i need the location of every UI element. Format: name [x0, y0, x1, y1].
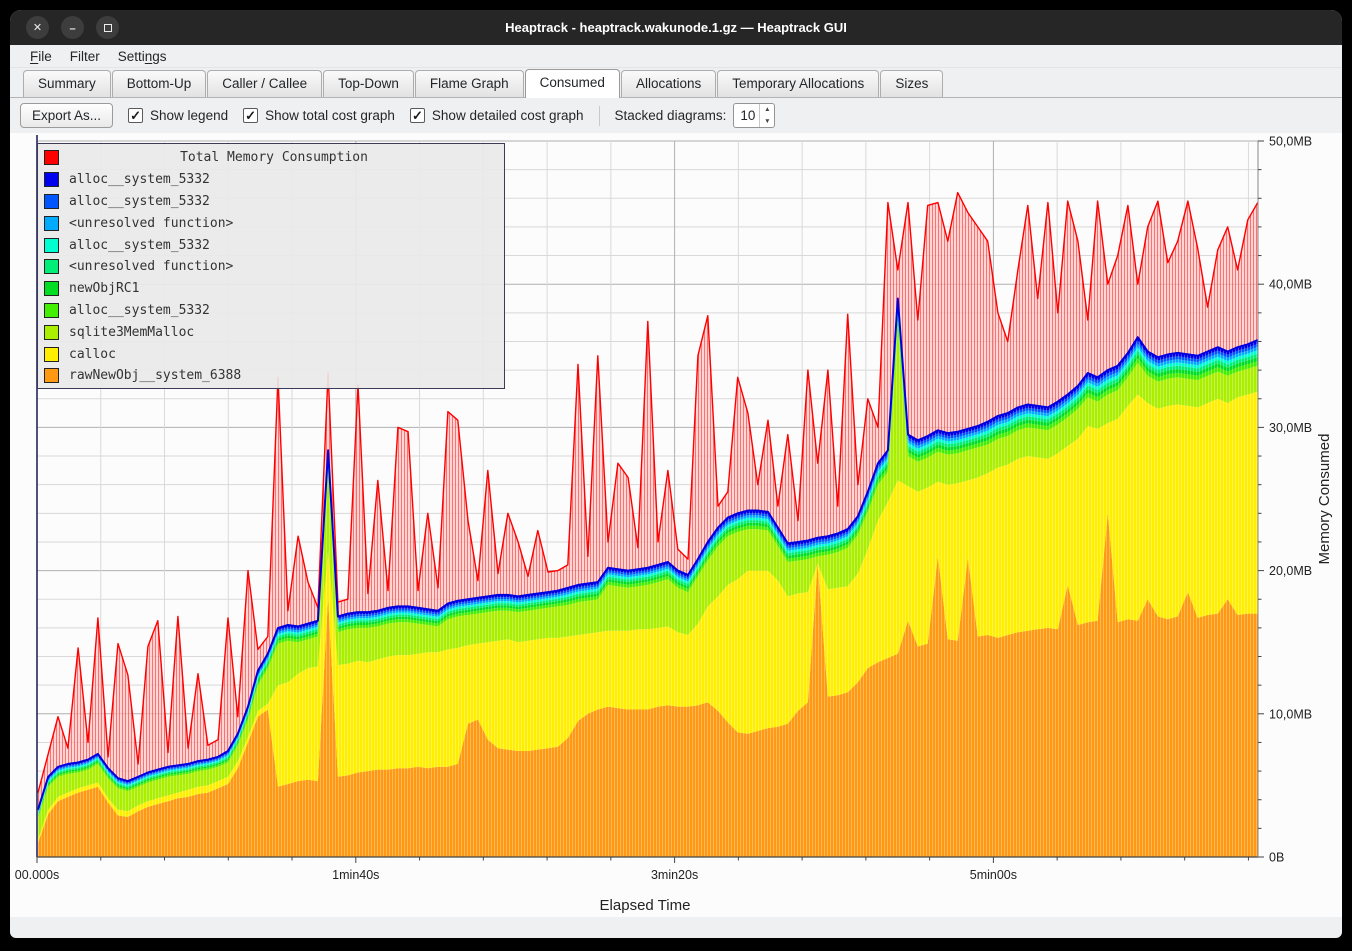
tab-bottom-up[interactable]: Bottom-Up: [112, 70, 207, 97]
legend-item: alloc__system_5332: [38, 191, 504, 213]
legend-item: alloc__system_5332: [38, 300, 504, 322]
y-tick-label: 0B: [1269, 851, 1284, 865]
tab-sizes[interactable]: Sizes: [880, 70, 943, 97]
stacked-diagrams-label: Stacked diagrams:: [615, 108, 727, 123]
x-tick-label: 1min40s: [332, 868, 379, 882]
checkbox-show-total-cost-graph[interactable]: ✓ Show total cost graph: [243, 108, 395, 123]
toolbar: Export As... ✓ Show legend ✓ Show total cos…: [10, 98, 1342, 133]
legend-item: rawNewObj__system_6388: [38, 365, 504, 387]
legend-item: calloc: [38, 343, 504, 365]
y-tick-label: 10,0MB: [1269, 707, 1312, 721]
close-button[interactable]: ✕: [26, 16, 49, 39]
checkbox-show-legend[interactable]: ✓ Show legend: [128, 108, 228, 123]
legend-label: sqlite3MemMalloc: [69, 325, 194, 340]
legend-swatch: [44, 303, 59, 318]
legend-label: alloc__system_5332: [69, 194, 210, 209]
tab-flame-graph[interactable]: Flame Graph: [415, 70, 524, 97]
y-axis-title: Memory Consumed: [1316, 434, 1333, 565]
legend-swatch: [44, 216, 59, 231]
minimize-button[interactable]: –: [61, 16, 84, 39]
legend-item: alloc__system_5332: [38, 169, 504, 191]
checkbox-label: Show detailed cost graph: [432, 108, 584, 123]
tab-allocations[interactable]: Allocations: [621, 70, 716, 97]
checkmark-icon: ✓: [410, 108, 425, 123]
x-tick-label: 3min20s: [651, 868, 698, 882]
legend-swatch: [44, 259, 59, 274]
tab-temporary-allocations[interactable]: Temporary Allocations: [717, 70, 879, 97]
legend-label: alloc__system_5332: [69, 172, 210, 187]
checkmark-icon: ✓: [128, 108, 143, 123]
checkmark-icon: ✓: [243, 108, 258, 123]
legend-item: <unresolved function>: [38, 212, 504, 234]
x-tick-label: 00.000s: [15, 868, 59, 882]
legend-label: alloc__system_5332: [69, 238, 210, 253]
menu-filter[interactable]: Filter: [61, 47, 109, 66]
stacked-diagrams-stepper[interactable]: 10 ▲ ▼: [733, 103, 775, 128]
legend-label: newObjRC1: [69, 281, 139, 296]
legend-swatch: [44, 194, 59, 209]
close-icon: ✕: [33, 21, 42, 34]
chart-legend: Total Memory Consumption alloc__system_53…: [37, 143, 505, 389]
tab-consumed[interactable]: Consumed: [525, 69, 620, 98]
x-axis-title: Elapsed Time: [600, 897, 691, 914]
maximize-icon: [104, 24, 112, 32]
legend-label: alloc__system_5332: [69, 303, 210, 318]
tab-summary[interactable]: Summary: [23, 70, 111, 97]
legend-swatch: [44, 150, 59, 165]
legend-label: Total Memory Consumption: [69, 150, 479, 165]
checkbox-label: Show total cost graph: [265, 108, 395, 123]
maximize-button[interactable]: [96, 16, 119, 39]
legend-swatch: [44, 368, 59, 383]
spin-down-icon[interactable]: ▼: [760, 116, 774, 128]
export-as-button[interactable]: Export As...: [20, 103, 113, 128]
legend-swatch: [44, 347, 59, 362]
checkbox-label: Show legend: [150, 108, 228, 123]
app-window: ✕ – Heaptrack - heaptrack.wakunode.1.gz …: [10, 10, 1342, 938]
legend-item: Total Memory Consumption: [38, 147, 504, 169]
legend-swatch: [44, 172, 59, 187]
legend-swatch: [44, 281, 59, 296]
legend-item: <unresolved function>: [38, 256, 504, 278]
legend-item: sqlite3MemMalloc: [38, 321, 504, 343]
y-tick-label: 40,0MB: [1269, 278, 1312, 292]
window-title: Heaptrack - heaptrack.wakunode.1.gz — He…: [10, 20, 1342, 35]
x-tick-label: 5min00s: [970, 868, 1017, 882]
legend-label: calloc: [69, 347, 116, 362]
minimize-icon: –: [69, 23, 75, 35]
legend-item: newObjRC1: [38, 278, 504, 300]
menu-settings[interactable]: Settings: [109, 47, 176, 66]
checkbox-show-detailed-cost-graph[interactable]: ✓ Show detailed cost graph: [410, 108, 584, 123]
legend-label: <unresolved function>: [69, 259, 233, 274]
tab-top-down[interactable]: Top-Down: [323, 70, 414, 97]
consumed-chart-panel: 00.000s 1min40s 3min20s 5min00s 0B 10,0MB 20,0…: [10, 133, 1342, 917]
y-tick-label: 50,0MB: [1269, 135, 1312, 149]
legend-swatch: [44, 238, 59, 253]
legend-label: rawNewObj__system_6388: [69, 368, 241, 383]
toolbar-separator: [599, 106, 600, 126]
y-tick-label: 30,0MB: [1269, 421, 1312, 435]
menu-file[interactable]: File: [21, 47, 61, 66]
stacked-diagrams-value: 10: [734, 104, 759, 127]
spin-up-icon[interactable]: ▲: [760, 104, 774, 116]
title-bar: ✕ – Heaptrack - heaptrack.wakunode.1.gz …: [10, 10, 1342, 45]
tab-caller-callee[interactable]: Caller / Callee: [207, 70, 322, 97]
tab-bar: SummaryBottom-UpCaller / CalleeTop-DownF…: [10, 68, 1342, 98]
legend-item: alloc__system_5332: [38, 234, 504, 256]
legend-label: <unresolved function>: [69, 216, 233, 231]
y-tick-label: 20,0MB: [1269, 564, 1312, 578]
legend-swatch: [44, 325, 59, 340]
menu-bar: FileFilterSettings: [10, 45, 1342, 68]
